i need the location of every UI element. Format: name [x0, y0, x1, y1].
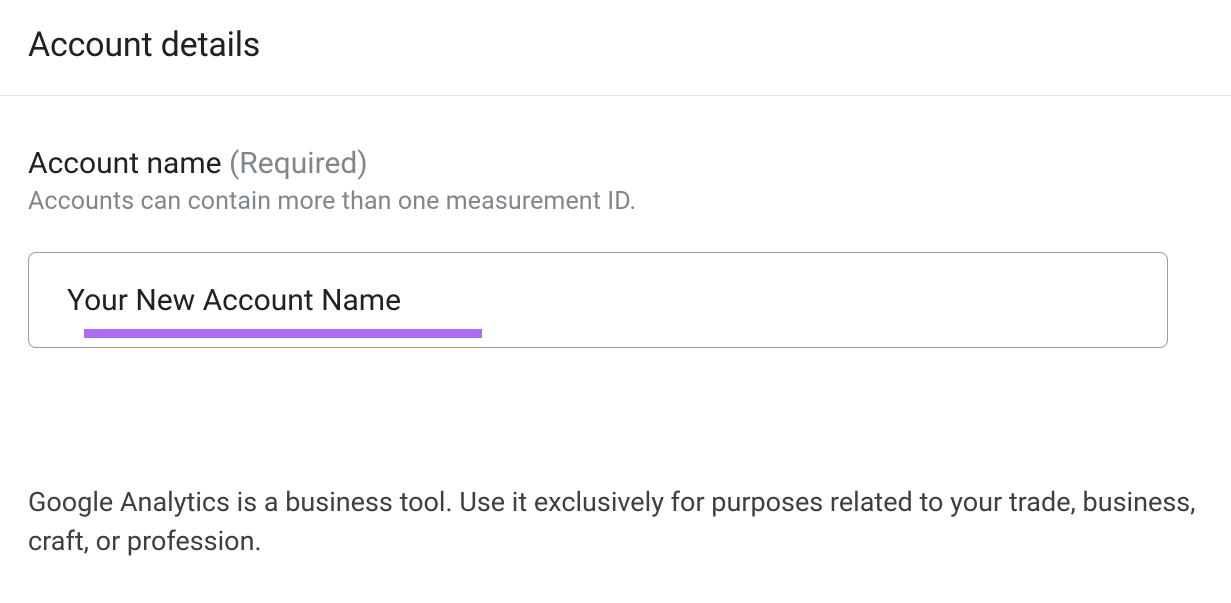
account-details-container: Account details Account name (Required) …: [0, 0, 1231, 561]
disclaimer-text: Google Analytics is a business tool. Use…: [28, 483, 1203, 561]
highlight-underline: [84, 329, 482, 338]
disclaimer-section: Google Analytics is a business tool. Use…: [0, 483, 1231, 561]
form-section: Account name (Required) Accounts can con…: [0, 96, 1231, 348]
account-name-required-text: (Required): [229, 146, 368, 181]
account-name-helper-text: Accounts can contain more than one measu…: [28, 187, 1203, 216]
account-name-label-text: Account name: [28, 146, 222, 181]
account-name-label: Account name (Required): [28, 146, 1203, 181]
section-title: Account details: [28, 25, 1203, 65]
account-name-input-wrapper: [28, 252, 1168, 348]
section-header: Account details: [0, 0, 1231, 96]
